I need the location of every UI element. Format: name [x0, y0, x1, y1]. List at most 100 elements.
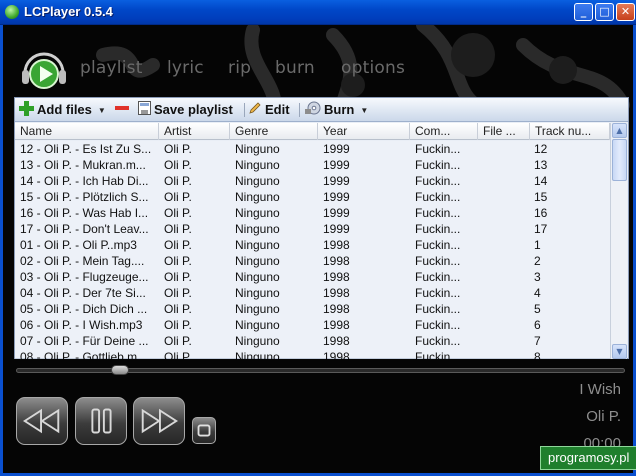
cell-year: 1998: [323, 238, 350, 252]
cell-comment: Fuckin...: [415, 190, 461, 204]
column-header-artist[interactable]: Artist: [159, 123, 230, 140]
cell-genre: Ninguno: [235, 222, 280, 236]
table-row[interactable]: 01 - Oli P. - Oli P..mp3 Oli P. Ninguno 199…: [15, 237, 610, 253]
cell-track: 1: [534, 238, 541, 252]
table-row[interactable]: 12 - Oli P. - Es Ist Zu S... Oli P. Ningun…: [15, 141, 610, 157]
cell-artist: Oli P.: [164, 350, 192, 359]
minus-icon: [115, 101, 129, 120]
nav-lyric[interactable]: lyric: [167, 58, 204, 78]
cell-artist: Oli P.: [164, 158, 192, 172]
cell-year: 1998: [323, 318, 350, 332]
cell-comment: Fuckin...: [415, 350, 461, 359]
edit-label: Edit: [265, 102, 290, 117]
table-row[interactable]: 08 - Oli P. - Gottlieb.m... Oli P. Ninguno…: [15, 349, 610, 359]
table-row[interactable]: 15 - Oli P. - Plötzlich S... Oli P. Ningun…: [15, 189, 610, 205]
save-icon: [138, 101, 151, 120]
cell-name: 02 - Oli P. - Mein Tag....: [20, 254, 145, 268]
cell-name: 13 - Oli P. - Mukran.m...: [20, 158, 146, 172]
cell-year: 1999: [323, 206, 350, 220]
column-header-track-number[interactable]: Track nu...: [530, 123, 610, 140]
playlist-table[interactable]: 12 - Oli P. - Es Ist Zu S... Oli P. Ningun…: [15, 141, 610, 359]
cell-genre: Ninguno: [235, 350, 280, 359]
table-row[interactable]: 06 - Oli P. - I Wish.mp3 Oli P. Ninguno 199…: [15, 317, 610, 333]
cell-track: 16: [534, 206, 548, 220]
column-header-name[interactable]: Name: [15, 123, 159, 140]
nav-playlist[interactable]: playlist: [80, 58, 143, 78]
table-row[interactable]: 07 - Oli P. - Für Deine ... Oli P. Ninguno…: [15, 333, 610, 349]
next-button[interactable]: [133, 397, 185, 445]
column-header-year[interactable]: Year: [318, 123, 410, 140]
play-icon[interactable]: [21, 49, 67, 91]
nav-burn[interactable]: burn: [275, 58, 315, 78]
save-playlist-label: Save playlist: [154, 102, 233, 117]
cell-track: 14: [534, 174, 548, 188]
column-header-file[interactable]: File ...: [478, 123, 530, 140]
cell-genre: Ninguno: [235, 302, 280, 316]
cell-genre: Ninguno: [235, 142, 280, 156]
watermark: programosy.pl: [540, 446, 636, 470]
playlist-scrollbar[interactable]: ▲ ▼: [610, 123, 627, 359]
cell-year: 1998: [323, 302, 350, 316]
table-row[interactable]: 05 - Oli P. - Dich Dich ... Oli P. Ninguno…: [15, 301, 610, 317]
stop-button[interactable]: [192, 417, 216, 444]
playlist-panel: Add files ▼ Save playlist Edit Burn ▼ Na…: [14, 97, 629, 359]
table-row[interactable]: 04 - Oli P. - Der 7te Si... Oli P. Ninguno…: [15, 285, 610, 301]
cell-name: 12 - Oli P. - Es Ist Zu S...: [20, 142, 152, 156]
cell-name: 07 - Oli P. - Für Deine ...: [20, 334, 149, 348]
table-row[interactable]: 03 - Oli P. - Flugzeuge... Oli P. Ninguno 1…: [15, 269, 610, 285]
cell-name: 03 - Oli P. - Flugzeuge...: [20, 270, 149, 284]
table-row[interactable]: 02 - Oli P. - Mein Tag.... Oli P. Ninguno 1…: [15, 253, 610, 269]
cell-year: 1998: [323, 334, 350, 348]
chevron-down-icon[interactable]: ▼: [98, 102, 106, 120]
minimize-button[interactable]: _: [574, 3, 593, 21]
cell-year: 1998: [323, 270, 350, 284]
cell-genre: Ninguno: [235, 158, 280, 172]
cell-track: 12: [534, 142, 548, 156]
track-title: I Wish: [579, 381, 621, 398]
remove-button[interactable]: [115, 101, 132, 119]
table-row[interactable]: 13 - Oli P. - Mukran.m... Oli P. Ninguno 19…: [15, 157, 610, 173]
maximize-button[interactable]: □: [595, 3, 614, 21]
scroll-thumb[interactable]: [612, 139, 627, 181]
cell-genre: Ninguno: [235, 286, 280, 300]
chevron-down-icon[interactable]: ▼: [360, 102, 368, 120]
cell-track: 8: [534, 350, 541, 359]
burn-button[interactable]: Burn ▼: [305, 101, 368, 119]
pause-icon: [91, 408, 112, 434]
cell-track: 2: [534, 254, 541, 268]
cell-track: 13: [534, 158, 548, 172]
nav-rip[interactable]: rip: [228, 58, 251, 78]
nav-options[interactable]: options: [341, 58, 405, 78]
save-playlist-button[interactable]: Save playlist: [138, 101, 233, 119]
seek-bar[interactable]: [16, 368, 625, 373]
player-window: playlist lyric rip burn options Add file…: [3, 25, 633, 473]
scroll-down-arrow[interactable]: ▼: [612, 344, 627, 359]
close-button[interactable]: ✕: [616, 3, 635, 21]
edit-button[interactable]: Edit: [248, 101, 290, 119]
table-row[interactable]: 16 - Oli P. - Was Hab I... Oli P. Ninguno 1…: [15, 205, 610, 221]
previous-button[interactable]: [16, 397, 68, 445]
column-header-comment[interactable]: Com...: [410, 123, 478, 140]
cell-comment: Fuckin...: [415, 302, 461, 316]
pause-button[interactable]: [75, 397, 127, 445]
table-row[interactable]: 17 - Oli P. - Don't Leav... Oli P. Ninguno…: [15, 221, 610, 237]
playlist-toolbar: Add files ▼ Save playlist Edit Burn ▼: [15, 98, 628, 122]
cell-comment: Fuckin...: [415, 254, 461, 268]
cell-comment: Fuckin...: [415, 206, 461, 220]
cell-name: 17 - Oli P. - Don't Leav...: [20, 222, 149, 236]
window-title: LCPlayer 0.5.4: [24, 4, 113, 19]
cell-genre: Ninguno: [235, 270, 280, 284]
cell-artist: Oli P.: [164, 206, 192, 220]
cell-comment: Fuckin...: [415, 174, 461, 188]
column-header-genre[interactable]: Genre: [230, 123, 318, 140]
table-row[interactable]: 14 - Oli P. - Ich Hab Di... Oli P. Ninguno…: [15, 173, 610, 189]
cell-artist: Oli P.: [164, 142, 192, 156]
cell-comment: Fuckin...: [415, 222, 461, 236]
cell-track: 5: [534, 302, 541, 316]
seek-thumb[interactable]: [110, 365, 129, 375]
cell-name: 16 - Oli P. - Was Hab I...: [20, 206, 149, 220]
scroll-up-arrow[interactable]: ▲: [612, 123, 627, 138]
disc-icon: [305, 101, 321, 120]
cell-track: 15: [534, 190, 548, 204]
add-files-button[interactable]: Add files ▼: [19, 101, 106, 119]
